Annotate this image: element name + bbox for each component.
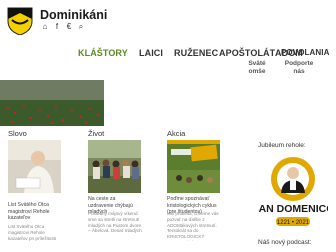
zivot-image[interactable] xyxy=(88,140,141,193)
san-domenico-text: SAN DOMENICO xyxy=(258,203,328,215)
podcast-label: Náš nový podcast: xyxy=(258,239,312,246)
coat-of-arms-logo[interactable] xyxy=(6,5,34,35)
nav-item-povolania[interactable]: POVOLANIA xyxy=(281,48,329,57)
hero-image[interactable] xyxy=(0,80,104,126)
nav-sub-podporte-nas[interactable]: Podporte nás xyxy=(282,60,316,76)
site-title[interactable]: Dominikáni xyxy=(40,8,107,22)
slovo-text: List Svätého Otca magistrovi Rehole kaza… xyxy=(8,224,57,241)
main-nav: KLÁŠTORY LAICI RUŽENEC APOŠTOLÁT ADOM PO… xyxy=(0,44,336,82)
jubilee-label: Jubileum rehole: xyxy=(258,142,306,149)
akcia-image[interactable] xyxy=(167,140,220,193)
search-icon[interactable]: ⌕ xyxy=(77,22,85,32)
site-header: Dominikáni ⌂ f € ⌕ xyxy=(0,0,336,40)
home-icon[interactable]: ⌂ xyxy=(41,22,49,32)
facebook-icon[interactable]: f xyxy=(53,22,61,32)
slovo-title[interactable]: List Svätého Otca magistrovi Rehole kaza… xyxy=(8,202,62,222)
euro-icon[interactable]: € xyxy=(65,22,73,32)
nav-item-apostolat[interactable]: APOŠTOLÁT xyxy=(219,48,275,58)
zivot-text: Posledný májový víkend sme sa stretli na… xyxy=(88,211,142,234)
san-domenico-years: 1221 • 2021 xyxy=(277,220,310,226)
nav-sub-svate-omse[interactable]: Sväté omše xyxy=(240,60,274,76)
section-label-zivot[interactable]: Život xyxy=(88,129,104,138)
slovo-image[interactable] xyxy=(8,140,61,193)
section-label-akcia[interactable]: Akcia xyxy=(167,129,185,138)
san-domenico-logo[interactable]: SAN DOMENICO 1221 • 2021 xyxy=(252,153,334,229)
nav-item-laici[interactable]: LAICI xyxy=(139,48,163,58)
nav-item-ruzenec[interactable]: RUŽENEC xyxy=(174,48,218,58)
akcia-text: Milí priatelia, chceme vás pozvať na ďal… xyxy=(167,211,219,241)
nav-item-klastory[interactable]: KLÁŠTORY xyxy=(78,48,128,58)
section-label-slovo[interactable]: Slovo xyxy=(8,129,27,138)
